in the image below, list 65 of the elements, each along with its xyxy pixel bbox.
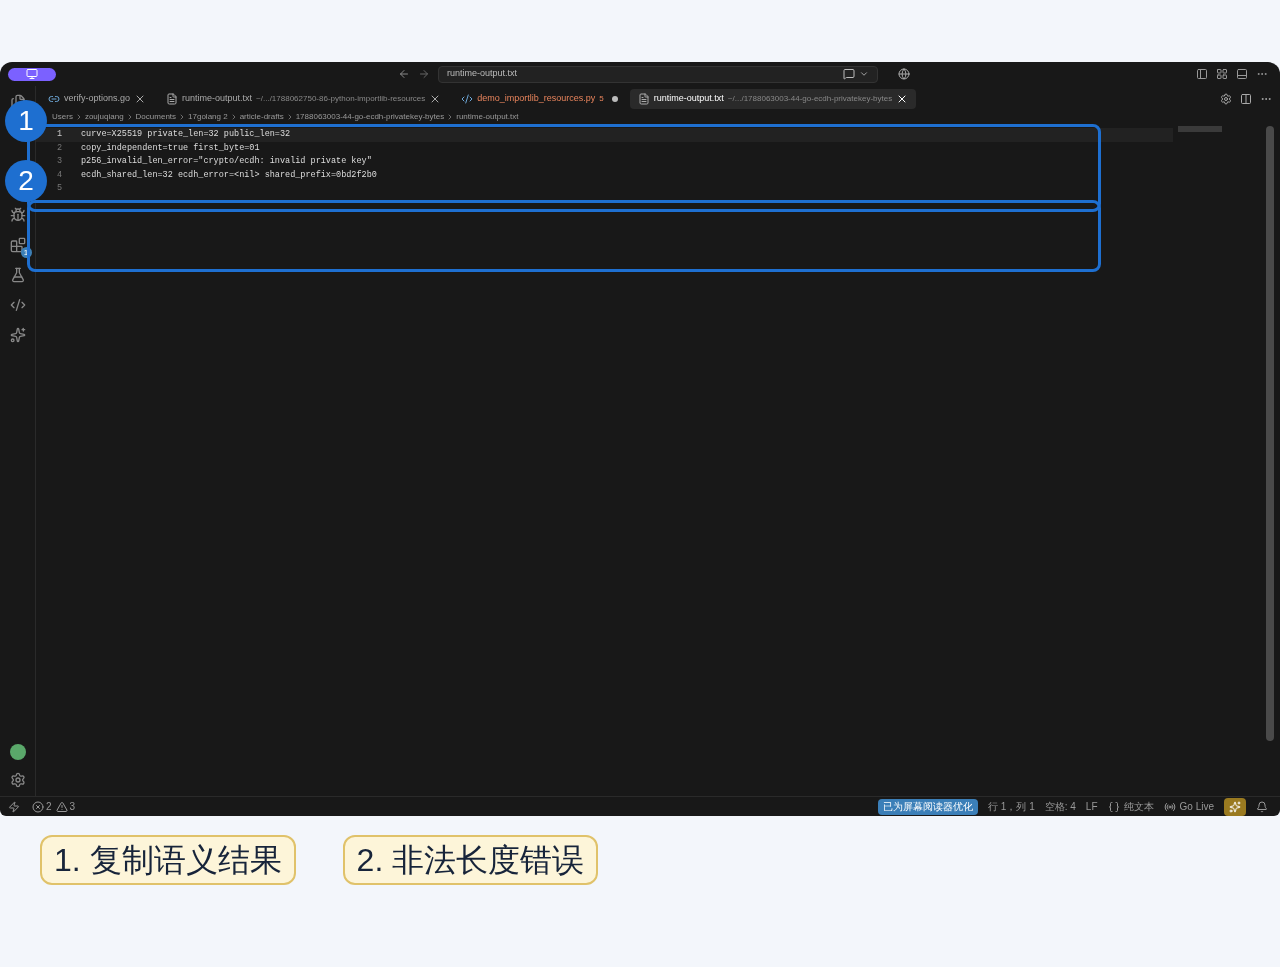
language-mode-button[interactable]: 纯文本 [1107, 799, 1154, 814]
breadcrumb-item[interactable]: zoujuqiang [84, 112, 124, 122]
copilot-status-button[interactable] [1224, 797, 1246, 816]
problem-count: 5 [599, 93, 604, 105]
status-item[interactable]: LF [1085, 799, 1098, 814]
editor-tab[interactable]: demo_importlib_resources.py 5 [453, 89, 626, 109]
line-number: 1 [55, 128, 63, 142]
minimap [1178, 126, 1222, 132]
tab-path: ~/.../1788062750-86-python-importlib-resources [256, 93, 426, 105]
monitor-icon [26, 68, 38, 80]
flask-icon[interactable] [9, 267, 26, 283]
settings-icon[interactable] [9, 772, 26, 788]
tab-path: ~/.../1788063003-44-go-ecdh-privatekey-bytes [727, 93, 893, 105]
remote-button[interactable] [8, 67, 56, 81]
tab-label: demo_importlib_resources.py [477, 92, 596, 106]
layout-icon[interactable] [1216, 68, 1228, 80]
notification-icon[interactable] [1256, 800, 1268, 813]
code-text: ecdh_shared_len=32 ecdh_error=<nil> shared_prefix=0bd2f2b0 [81, 168, 377, 182]
chat-icon[interactable] [843, 68, 855, 80]
file-icon [637, 93, 650, 105]
error-icon [32, 800, 44, 813]
sidebar-toggle-icon[interactable] [1196, 68, 1208, 80]
link-icon [48, 93, 60, 105]
editor-tab[interactable]: runtime-output.txt ~/.../1788063003-44-go-ecdh-privatekey-bytes [629, 89, 917, 109]
braces-icon [1107, 800, 1120, 813]
line-number: 2 [55, 141, 63, 155]
sparkle-icon [1229, 800, 1241, 813]
breadcrumb-item[interactable]: article-drafts [239, 112, 284, 122]
tab-label: runtime-output.txt [182, 92, 253, 106]
debug-icon[interactable] [9, 207, 26, 223]
chevron-icon[interactable] [859, 69, 869, 79]
tab-label: runtime-output.txt [653, 92, 724, 106]
status-item[interactable]: 已为屏幕阅读器优化 [878, 798, 979, 815]
extensions-icon[interactable] [9, 237, 26, 253]
account-icon[interactable] [9, 744, 26, 760]
sparkle-icon[interactable] [9, 327, 26, 343]
breadcrumb-item[interactable]: 1788063003-44-go-ecdh-privatekey-bytes [295, 112, 445, 122]
line-number: 4 [55, 168, 63, 182]
breadcrumb-item[interactable]: Documents [135, 112, 177, 122]
line-number: 3 [55, 155, 63, 169]
breadcrumb-item[interactable]: 17golang 2 [188, 112, 228, 122]
back-icon[interactable] [398, 68, 410, 80]
go-live-button[interactable]: Go Live [1163, 799, 1214, 814]
status-item[interactable]: 空格: 4 [1044, 799, 1076, 814]
split-editor-icon[interactable] [1240, 93, 1252, 105]
problems-button[interactable]: 2 3 [32, 799, 76, 814]
breadcrumb-item[interactable]: runtime-output.txt [456, 112, 519, 122]
code-text: curve=X25519 private_len=32 public_len=32 [81, 128, 291, 142]
scrollbar[interactable] [1266, 126, 1274, 741]
status-item[interactable]: 行 1，列 1 [988, 799, 1035, 814]
broadcast-icon [1163, 800, 1176, 813]
code-text: copy_independent=true first_byte=01 [81, 141, 260, 155]
breadcrumb-item[interactable]: Users [52, 112, 73, 122]
code-text: p256_invalid_len_error="crypto/ecdh: invalid private key" [81, 155, 372, 169]
editor-tab[interactable]: runtime-output.txt ~/.../1788062750-86-python-importlib-resources [158, 89, 450, 109]
caption-label: 1. 复制语义结果 [40, 835, 296, 885]
file-icon [166, 93, 179, 105]
panel-toggle-icon[interactable] [1236, 68, 1248, 80]
command-search-field[interactable]: runtime-output.txt [438, 65, 878, 83]
caption-label: 2. 非法长度错误 [342, 835, 599, 885]
tab-label: verify-options.go [64, 92, 131, 106]
line-number: 5 [55, 182, 63, 196]
extensions-badge: 1 [20, 247, 32, 258]
warning-icon [55, 800, 68, 813]
globe-icon[interactable] [898, 68, 910, 80]
